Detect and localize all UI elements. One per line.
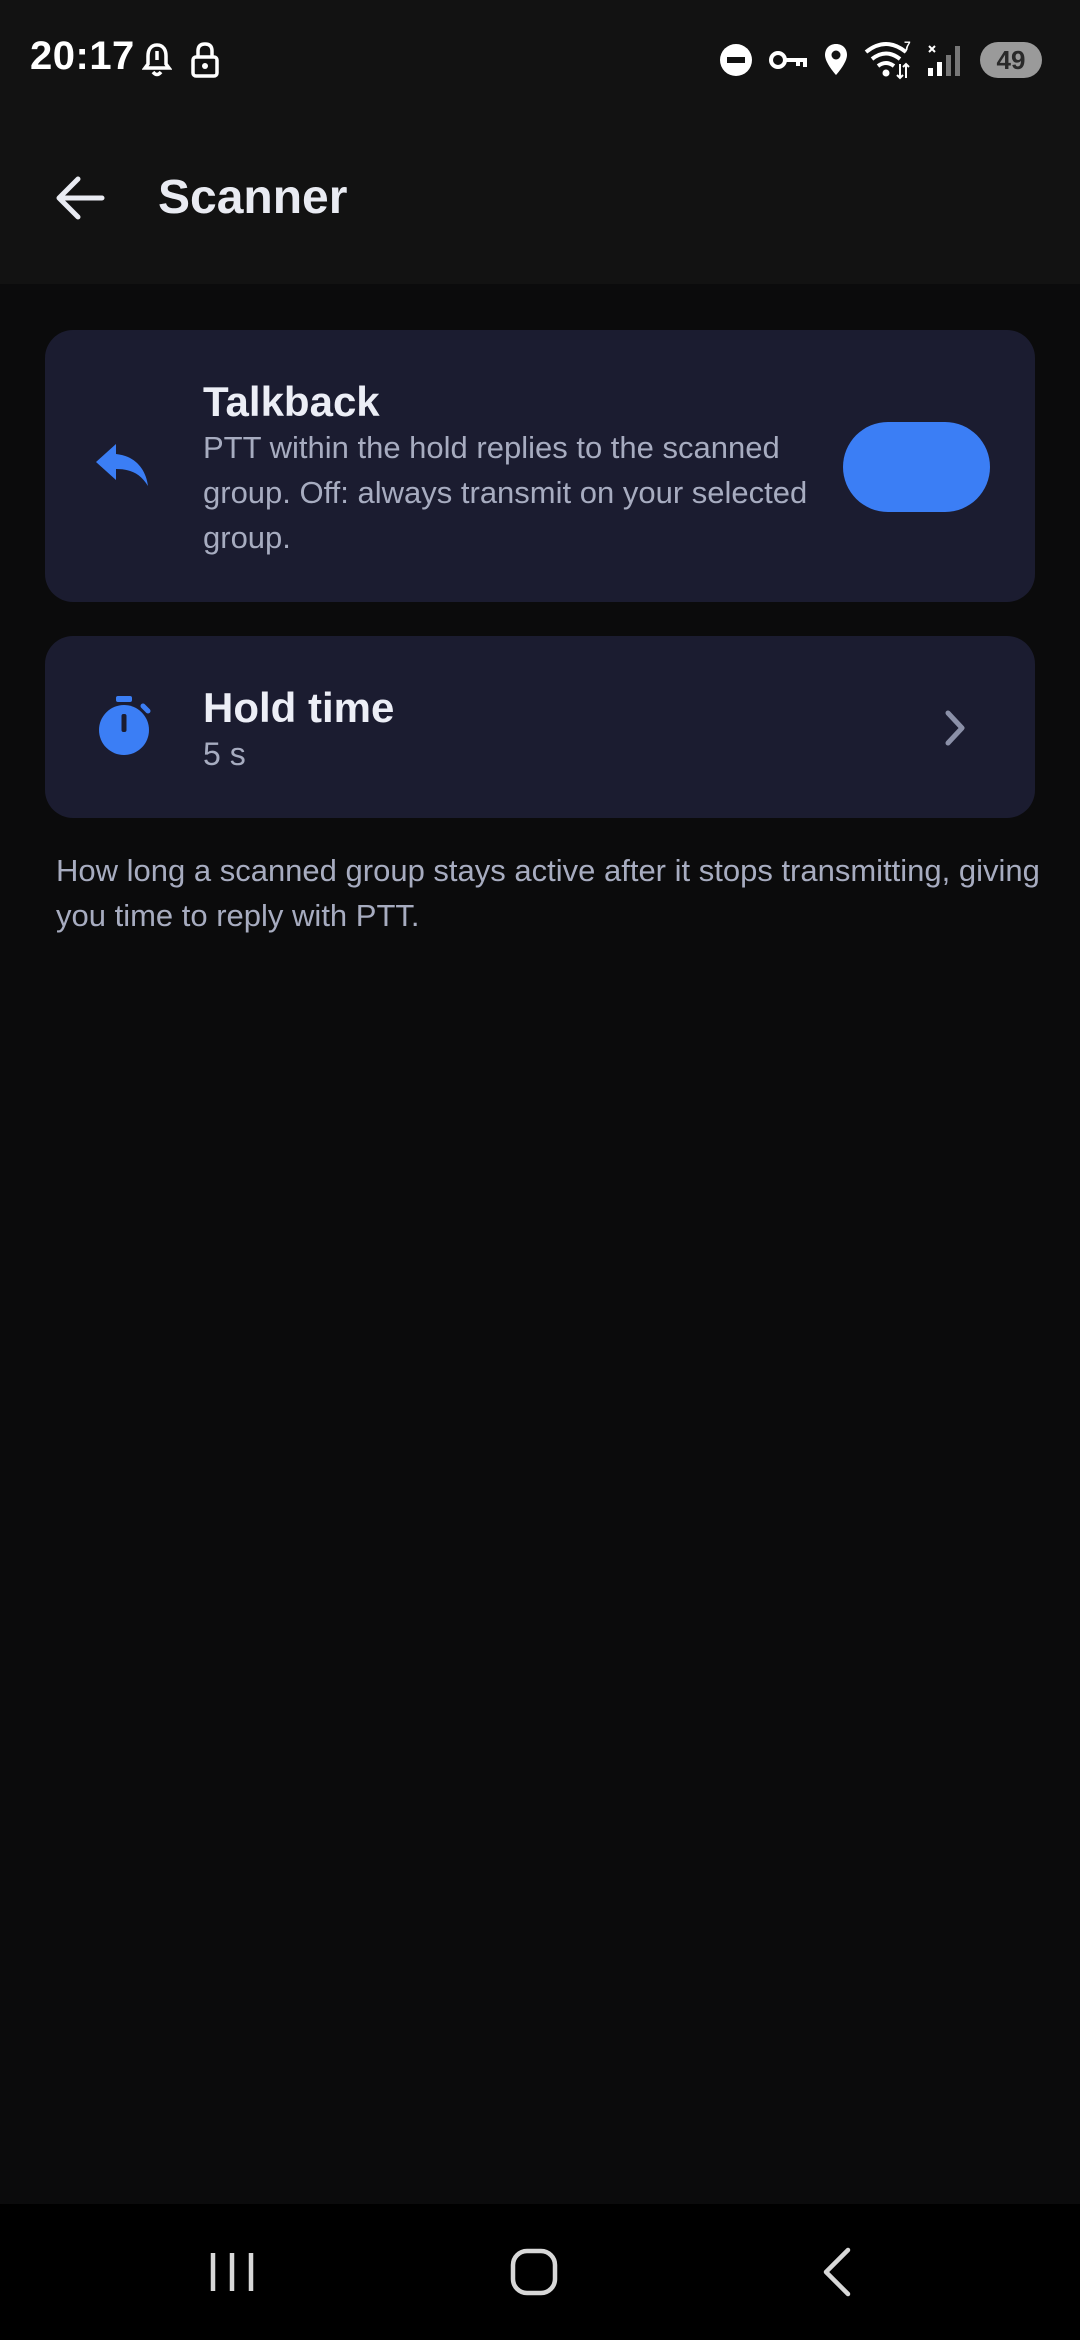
page-title: Scanner	[158, 171, 348, 224]
battery-indicator: 49	[980, 42, 1042, 78]
alarm-icon	[142, 42, 172, 78]
system-nav-bar	[0, 2204, 1080, 2340]
hold-time-title: Hold time	[203, 684, 395, 731]
talkback-title: Talkback	[203, 378, 380, 425]
home-icon	[509, 2247, 559, 2302]
battery-level: 49	[996, 44, 1026, 75]
status-bar: 20:17 7 49	[0, 0, 1080, 120]
wifi-icon: 7	[864, 40, 912, 80]
hold-time-value: 5 s	[203, 736, 246, 772]
svg-text:7: 7	[904, 40, 911, 53]
location-icon	[822, 42, 850, 78]
hold-time-setting-card[interactable]	[45, 636, 1035, 818]
nav-back-button[interactable]	[788, 2234, 888, 2314]
back-icon	[818, 2246, 858, 2303]
recents-icon	[207, 2249, 257, 2300]
vpn-key-icon	[768, 42, 808, 78]
status-left-icons	[142, 38, 220, 82]
chevron-right-icon	[940, 708, 970, 753]
do-not-disturb-icon	[718, 42, 754, 78]
app-header: Scanner	[0, 120, 1080, 284]
status-time: 20:17	[30, 34, 135, 78]
hold-time-helper-text: How long a scanned group stays active af…	[56, 853, 1040, 933]
lock-icon	[190, 41, 220, 79]
talkback-toggle[interactable]	[843, 422, 990, 512]
status-right-icons: 7 49	[718, 38, 1042, 82]
arrow-back-icon	[54, 174, 106, 227]
recents-button[interactable]	[182, 2234, 282, 2314]
screen: 20:17 7 49 Scanner Talkback PTT within t…	[0, 0, 1080, 2340]
reply-icon	[94, 440, 150, 490]
back-button[interactable]	[40, 160, 120, 240]
signal-icon	[926, 42, 966, 78]
talkback-description: PTT within the hold replies to the scann…	[203, 430, 808, 555]
timer-icon	[96, 694, 152, 756]
home-button[interactable]	[484, 2234, 584, 2314]
